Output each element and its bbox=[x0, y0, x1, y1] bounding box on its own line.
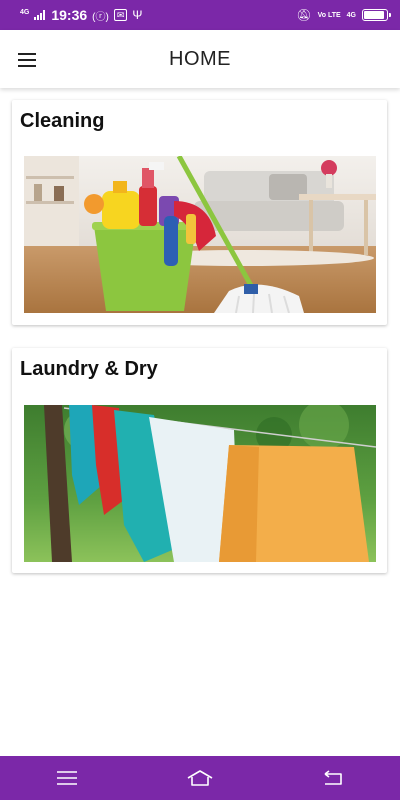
home-glyph bbox=[187, 770, 213, 786]
laundry-card[interactable]: Laundry & Dry bbox=[12, 348, 387, 573]
right-network-label: 4G bbox=[346, 11, 356, 19]
battery-icon bbox=[362, 9, 391, 21]
cleaning-image bbox=[24, 156, 376, 313]
battery-level bbox=[364, 11, 384, 19]
notification-icon: ✉ bbox=[113, 9, 128, 21]
back-glyph bbox=[324, 770, 343, 785]
card-title: Cleaning bbox=[20, 110, 105, 132]
back-icon[interactable] bbox=[313, 763, 353, 793]
status-time: 19:36 bbox=[51, 7, 88, 23]
laundry-image bbox=[24, 405, 376, 562]
card-title: Laundry & Dry bbox=[20, 358, 158, 380]
status-right: 🔕︎ Vo LTE 4G bbox=[296, 8, 391, 22]
signal-icon bbox=[34, 10, 46, 20]
volte-label: Vo LTE bbox=[317, 11, 341, 19]
navigation-bar bbox=[0, 756, 400, 800]
app-bar: HOME bbox=[0, 30, 400, 88]
status-bar: 4G 19:36 (ⓡ) ✉ Ψ 🔕︎ Vo LTE 4G bbox=[0, 0, 400, 30]
usb-icon: Ψ bbox=[132, 8, 143, 22]
cleaning-illustration bbox=[24, 156, 376, 313]
menu-icon[interactable] bbox=[18, 48, 44, 72]
status-left: 4G 19:36 (ⓡ) ✉ Ψ bbox=[20, 7, 142, 23]
page-title: HOME bbox=[169, 47, 231, 70]
recent-apps-icon bbox=[56, 771, 77, 785]
menu-icon[interactable] bbox=[47, 763, 87, 793]
home-icon[interactable] bbox=[180, 763, 220, 793]
laundry-illustration bbox=[24, 405, 376, 562]
cleaning-card[interactable]: Cleaning bbox=[12, 100, 387, 325]
screen: 4G 19:36 (ⓡ) ✉ Ψ 🔕︎ Vo LTE 4G HOME Clean… bbox=[0, 0, 400, 800]
network-type-label: 4G bbox=[20, 8, 30, 16]
hotspot-icon: (ⓡ) bbox=[92, 11, 109, 23]
mute-icon: 🔕︎ bbox=[296, 8, 312, 22]
